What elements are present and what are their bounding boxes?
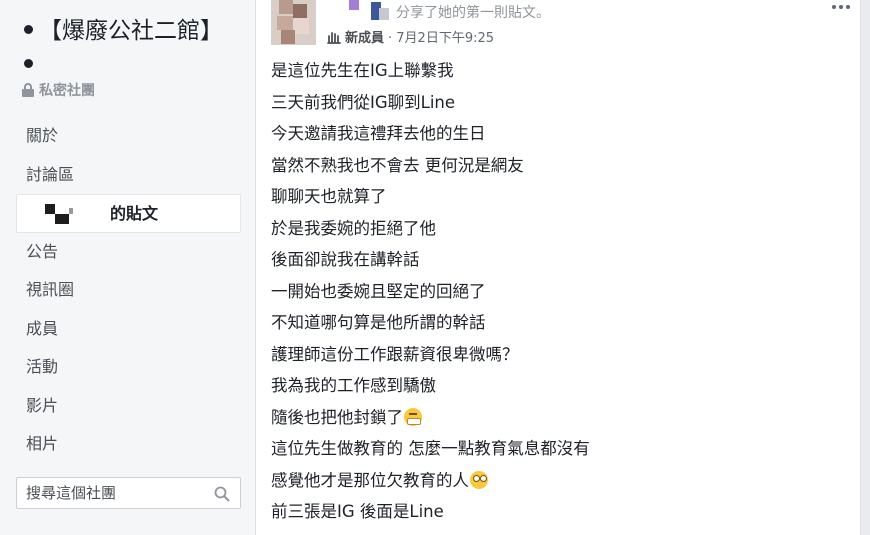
- post-body: 是這位先生在IG上聯繫我 三天前我們從IG聊到Line 今天邀請我這禮拜去他的生…: [271, 57, 590, 530]
- nav-item-member-posts[interactable]: 的貼文: [16, 194, 241, 233]
- avatar[interactable]: [271, 0, 316, 45]
- post-line: 聊聊天也就算了: [271, 187, 387, 206]
- search-input[interactable]: [26, 484, 206, 502]
- post-line: 不知道哪句算是他所謂的幹話: [271, 313, 486, 332]
- post-line: 護理師這份工作跟薪資很卑微嗎？: [271, 344, 519, 364]
- post-line: 後面卻說我在講幹話: [271, 250, 420, 269]
- post-meta: 新成員 · 7月2日下午9:25: [326, 27, 494, 46]
- redacted-name: [45, 200, 105, 228]
- bullet-dot: [24, 59, 33, 68]
- grimace-emoji-icon: [404, 407, 422, 426]
- nav-item-about[interactable]: 關於: [0, 117, 255, 156]
- nav-item-video-chat[interactable]: 視訊圈: [0, 271, 255, 310]
- post-line: 隨後也把他封鎖了: [271, 404, 590, 436]
- post-line: 我為我的工作感到驕傲: [271, 376, 436, 395]
- eye-roll-emoji-icon: [470, 470, 488, 489]
- post-timestamp[interactable]: · 7月2日下午9:25: [388, 27, 494, 46]
- post-line: 當然不熟我也不會去 更何況是網友: [271, 155, 524, 175]
- bullet-dot: [24, 25, 33, 34]
- nav-item-announcements[interactable]: 公告: [0, 233, 255, 272]
- search-icon[interactable]: [214, 486, 230, 502]
- wave-hand-icon: [327, 31, 341, 44]
- post-line: 是這位先生在IG上聯繫我: [271, 61, 454, 80]
- more-options-icon[interactable]: [832, 2, 852, 12]
- group-title-text[interactable]: 【爆廢公社二館】: [39, 18, 223, 44]
- post-line: 三天前我們從IG聊到Line: [271, 92, 456, 112]
- post-line: 一開始也委婉且堅定的回絕了: [271, 281, 486, 301]
- post-line: 感覺他才是那位欠教育的人: [271, 467, 590, 499]
- post-line: 前三張是IG 後面是Line: [271, 502, 444, 521]
- nav-item-members[interactable]: 成員: [0, 310, 255, 349]
- post-action-text: 分享了她的第一則貼文。: [396, 5, 550, 21]
- post-line: 於是我委婉的拒絕了他: [271, 218, 436, 238]
- group-search[interactable]: [16, 477, 241, 509]
- lock-icon: [22, 83, 34, 97]
- post-line-text: 隨後也把他封鎖了: [271, 407, 403, 427]
- privacy-label: 私密社團: [22, 80, 95, 100]
- nav-item-photos[interactable]: 相片: [0, 425, 255, 464]
- nav-item-member-posts-label: 的貼文: [110, 204, 159, 223]
- new-member-badge: 新成員: [345, 31, 385, 46]
- group-sidebar: 【爆廢公社二館】 私密社團 關於 討論區 的貼文 公告 視訊圈 成員 活動 影片…: [0, 0, 255, 535]
- group-title[interactable]: 【爆廢公社二館】: [20, 14, 252, 72]
- group-nav: 關於 討論區 的貼文 公告 視訊圈 成員 活動 影片 相片: [0, 117, 255, 464]
- post-line: 這位先生做教育的 怎麼一點教育氣息都沒有: [271, 439, 590, 458]
- nav-item-discussion[interactable]: 討論區: [0, 156, 255, 195]
- post-line: 今天邀請我這禮拜去他的生日: [271, 124, 486, 143]
- privacy-text: 私密社團: [39, 83, 95, 99]
- post-line-text: 感覺他才是那位欠教育的人: [271, 470, 469, 490]
- post-card: 分享了她的第一則貼文。 新成員 · 7月2日下午9:25 是這位先生在IG上聯繫…: [255, 0, 861, 535]
- redacted-author-name: [349, 0, 389, 22]
- nav-item-videos[interactable]: 影片: [0, 387, 255, 426]
- group-title-line2: [20, 48, 252, 72]
- nav-item-events[interactable]: 活動: [0, 348, 255, 387]
